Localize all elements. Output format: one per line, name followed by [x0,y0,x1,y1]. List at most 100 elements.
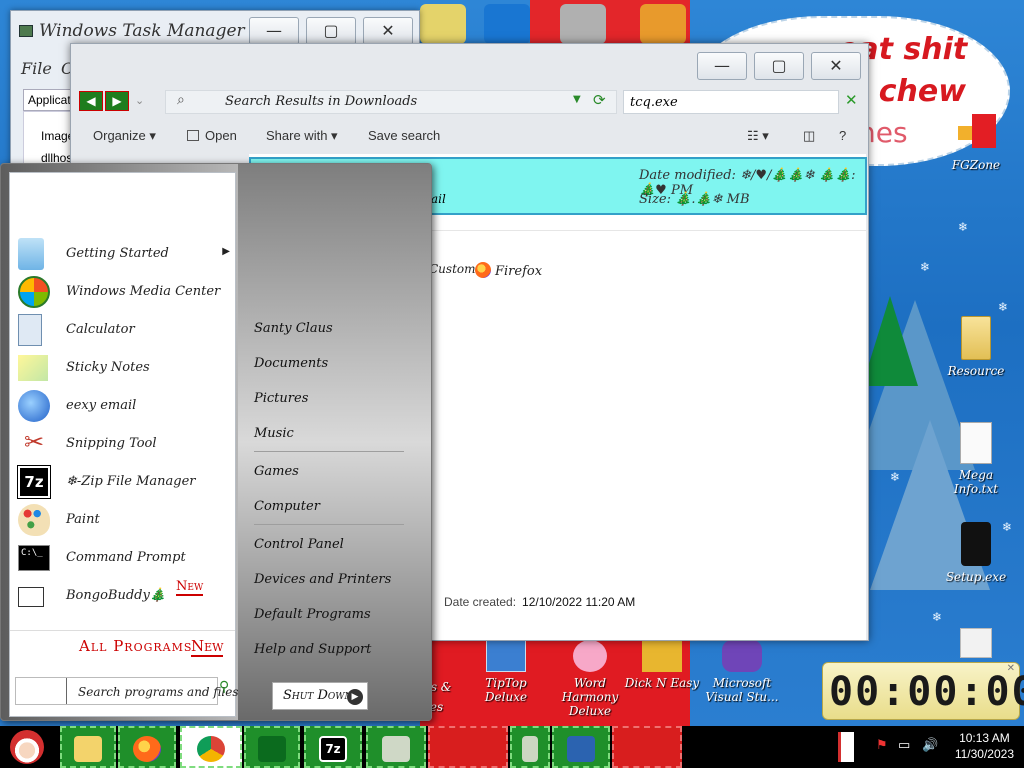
desktop-icon-partial[interactable] [936,628,1016,658]
divider [254,524,404,525]
refresh-icon[interactable]: ⟳ [593,91,606,109]
program-snipping-tool[interactable]: ✂ Snipping Tool [18,427,236,461]
place-control-panel[interactable]: Control Panel [254,537,344,552]
place-help-and-support[interactable]: Help and Support [254,642,371,657]
wallpaper-small-tree [862,296,918,386]
forward-button[interactable]: ▶ [105,91,129,111]
shut-down-button[interactable]: Shut Down ▶ [272,682,368,710]
taskbar-slot[interactable] [552,726,610,768]
start-button[interactable] [2,726,56,768]
shutdown-options-arrow-icon[interactable]: ▶ [347,689,363,705]
firefox-icon [475,262,491,278]
preview-pane-icon[interactable]: ◫ [803,128,815,144]
desktop-icon-word-harmony[interactable]: Word Harmony Deluxe [550,640,630,718]
history-chevron-icon[interactable]: ⌄ [135,94,144,107]
clear-search-icon[interactable]: ✕ [845,91,858,109]
place-default-programs[interactable]: Default Programs [254,607,371,622]
view-options-icon[interactable]: ☷ ▾ [747,128,769,144]
minimize-button[interactable]: — [697,52,747,80]
taskbar: 7z ⚑ ▭ 🔊 10:13 AM 11/30/2023 [0,726,1024,768]
gadget-close-icon[interactable]: ✕ [1007,663,1015,674]
taskbar-slot[interactable] [510,726,550,768]
taskbar-slot[interactable] [428,726,508,768]
program-7zip[interactable]: 7z ❄-Zip File Manager [17,465,236,499]
taskbar-explorer[interactable] [60,726,116,768]
all-programs-button[interactable]: All Programs [79,637,192,655]
close-button[interactable]: ✕ [363,17,413,45]
snowflake-icon: ❄ [958,220,969,234]
search-input[interactable]: tcq.exe [623,90,839,114]
chrome-icon [197,736,225,762]
save-search-button[interactable]: Save search [368,128,440,143]
calculator-icon [18,314,42,346]
program-bongobuddy[interactable]: BongoBuddy🎄 [18,579,236,613]
desktop-app-icon[interactable] [420,4,466,44]
setup-exe-icon [961,522,991,566]
menu-file[interactable]: File [21,59,52,78]
open-icon [187,130,199,141]
close-button[interactable]: ✕ [811,52,861,80]
place-pictures[interactable]: Pictures [254,391,308,406]
timer-gadget[interactable]: 00:00:00 ✕ [822,662,1024,720]
timer-display: 00:00:00 [829,669,1024,715]
place-documents[interactable]: Documents [254,356,328,371]
help-icon[interactable]: ? [839,128,846,143]
taskbar-7zip[interactable]: 7z [304,726,362,768]
search-programs-input[interactable]: Search programs and files [15,677,239,705]
maximize-button[interactable]: ▢ [754,52,804,80]
program-command-prompt[interactable]: C:\_ Command Prompt [18,541,236,575]
desktop-icon-fgzone[interactable]: FGZone [936,114,1016,172]
address-text[interactable]: Search Results in Downloads [225,94,417,109]
snowflake-icon: ❄ [932,610,943,624]
taskbar-tree-app[interactable] [244,726,300,768]
taskbar-slot[interactable] [612,726,682,768]
program-calculator[interactable]: Calculator [18,313,236,347]
desktop-app-icon[interactable] [640,4,686,44]
program-paint[interactable]: Paint [18,503,236,537]
program-getting-started[interactable]: Getting Started ▶ [18,237,236,271]
desktop-icon-visual-studio[interactable]: Microsoft Visual Stu... [702,640,782,704]
search-icon[interactable]: ⚲ [219,679,229,695]
result-name-fragment: ail [431,192,446,206]
thunderbird-icon [18,390,50,422]
start-menu[interactable]: Getting Started ▶ Windows Media Center C… [0,163,432,721]
desktop-app-icon[interactable] [484,4,530,44]
desktop-icon-dick-n-easy[interactable]: Dick N Easy [622,640,702,690]
place-music[interactable]: Music [254,426,294,441]
program-windows-media-center[interactable]: Windows Media Center [18,275,236,309]
program-email[interactable]: eexy email [18,389,236,423]
share-with-button[interactable]: Share with ▾ [266,128,338,144]
show-desktop-stub[interactable] [838,732,854,762]
open-button[interactable]: Open [187,128,237,143]
place-devices-and-printers[interactable]: Devices and Printers [254,572,391,587]
scissors-icon: ✂ [23,428,45,456]
desktop-icon-tiptop-deluxe[interactable]: TipTop Deluxe [466,640,546,704]
volume-icon[interactable]: 🔊 [922,738,938,753]
place-games[interactable]: Games [254,464,299,479]
paint-palette-icon [18,504,50,536]
maximize-button[interactable]: ▢ [306,17,356,45]
task-manager-icon [382,736,410,762]
taskbar-chrome[interactable] [180,726,242,768]
action-center-flag-icon[interactable]: ⚑ [876,738,888,753]
desktop-icon-setup[interactable]: Setup.exe [936,522,1016,584]
minimize-button[interactable]: — [249,17,299,45]
start-menu-programs-pane: Getting Started ▶ Windows Media Center C… [9,172,236,717]
desktop-app-icon[interactable] [560,4,606,44]
result-item-firefox[interactable]: Firefox [475,262,542,279]
back-button[interactable]: ◀ [79,91,103,111]
place-computer[interactable]: Computer [254,499,320,514]
place-user-folder[interactable]: Santy Claus [254,321,333,336]
desktop-icon-resource[interactable]: Resource [936,316,1016,378]
new-badge: New [176,579,204,596]
snowflake-icon: ❄ [920,260,931,274]
address-dropdown-icon[interactable]: ▼ [573,94,581,105]
program-sticky-notes[interactable]: Sticky Notes [18,351,236,385]
network-icon[interactable]: ▭ [898,738,910,753]
command-bar: Organize ▾ Open Share with ▾ Save search… [71,120,868,150]
system-clock[interactable]: 10:13 AM 11/30/2023 [955,730,1014,762]
organize-button[interactable]: Organize ▾ [93,128,156,144]
taskbar-task-manager[interactable] [366,726,426,768]
taskbar-firefox[interactable] [118,726,176,768]
desktop-icon-mega-info[interactable]: Mega Info.txt [936,422,1016,496]
